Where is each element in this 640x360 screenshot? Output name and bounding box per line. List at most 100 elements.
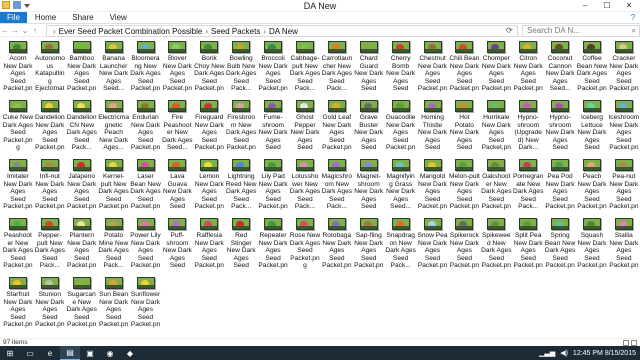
file-item[interactable]: Lightning Reed New Dark Ages Seed Pack..…	[225, 156, 257, 215]
start-icon[interactable]: ⊞	[0, 346, 20, 360]
file-item[interactable]: Spikerock New Dark Ages Seed Packet.png	[448, 215, 480, 274]
tab-home[interactable]: Home	[27, 12, 64, 23]
file-item[interactable]: Magnet-shroom New Dark Ages Seed Pack...	[353, 156, 385, 215]
close-button[interactable]: ✕	[618, 0, 640, 12]
file-item[interactable]: Power Lily New Dark Ages Seed Packet.png	[130, 215, 162, 274]
file-item[interactable]: Magnifying Grass New Dark Ages Seed...	[385, 156, 417, 215]
file-item[interactable]: Pea-nut New Dark Ages Seed Packet.png	[608, 156, 640, 215]
file-item[interactable]: Spring Bean New Dark Ages Seed Packet.pn…	[544, 215, 576, 274]
file-item[interactable]: Bonk Choy New Dark Ages Seed Packet.png	[193, 38, 225, 97]
file-item[interactable]: Hypno-shroom New Dark Ages Seed Pack...	[544, 97, 576, 156]
file-item[interactable]: Chestnut New Dark Ages Seed Packet.png	[417, 38, 449, 97]
file-item[interactable]: Pepper-pult New Dark Ages Seed Pack...	[34, 215, 66, 274]
file-item[interactable]: Acorn New Dark Ages Seed Packet.png	[2, 38, 34, 97]
file-item[interactable]: Red Stinger New Dark Ages Seed Pack...	[225, 215, 257, 274]
file-item[interactable]: Sunflower New Dark Ages Seed Packet.png	[130, 274, 162, 333]
file-item[interactable]: Hurrikale New Dark Ages Seed Packet.png	[480, 97, 512, 156]
file-item[interactable]: Stunion New Dark Ages Seed Packet.png	[34, 274, 66, 333]
file-item[interactable]: Carrotlauncher New Dark Ages Seed Pack..…	[321, 38, 353, 97]
file-item[interactable]: Banana Launcher New Dark Ages Seed...	[98, 38, 130, 97]
file-item[interactable]: Pomegranate New Dark Ages Seed Pack...	[512, 156, 544, 215]
file-item[interactable]: Peach New Dark Ages Seed Packet.png	[576, 156, 608, 215]
minimize-button[interactable]: –	[574, 0, 596, 12]
file-item[interactable]: Lava Guava New Dark Ages Seed Packet.png	[161, 156, 193, 215]
file-item[interactable]: Iceshroom New Dark Ages Seed Packet.png	[608, 97, 640, 156]
up-icon[interactable]: ↑	[30, 26, 40, 35]
file-item[interactable]: Oakshooter New Dark Ages Seed Packet.png	[480, 156, 512, 215]
file-item[interactable]: Gold Leaf New Dark Ages Seed Packet.png	[321, 97, 353, 156]
file-item[interactable]: Stallia New Dark Ages Seed Packet.png	[608, 215, 640, 274]
file-item[interactable]: Homing Thistle New Dark Ages Seed Pack..…	[417, 97, 449, 156]
search-input[interactable]: Search DA N... ⌕	[522, 25, 640, 37]
file-item[interactable]: Broccoli New Dark Ages Seed Packet.png	[257, 38, 289, 97]
file-item[interactable]: Lily Pad New Dark Ages Seed Packet.png	[257, 156, 289, 215]
file-item[interactable]: Coconut Cannon New Dark Ages Seed...	[544, 38, 576, 97]
file-item[interactable]: Grave Buster New Dark Ages Seed Pack...	[353, 97, 385, 156]
file-item[interactable]: Sap-fling New Dark Ages Seed Packet.png	[353, 215, 385, 274]
file-item[interactable]: Dandelion New Dark Ages Seed Packet.png	[34, 97, 66, 156]
file-item[interactable]: Hypno-shroom (Upgraded) New Dark...	[512, 97, 544, 156]
file-item[interactable]: Chili Bean New Dark Ages Seed Packet.png	[448, 38, 480, 97]
file-item[interactable]: Lotusshower New Dark Ages Seed Pack...	[289, 156, 321, 215]
file-item[interactable]: Chomper New Dark Ages Seed Packet.png	[480, 38, 512, 97]
maximize-button[interactable]: ☐	[596, 0, 618, 12]
file-item[interactable]: Firesbroom New Dark Ages Seed Packet.png	[225, 97, 257, 156]
tab-share[interactable]: Share	[64, 12, 101, 23]
file-item[interactable]: Cherry Bomb New Dark Ages Seed Packet.pn…	[385, 38, 417, 97]
file-item[interactable]: Laser Bean New Dark Ages Seed Packet.png	[130, 156, 162, 215]
refresh-icon[interactable]: ⟳	[506, 26, 513, 35]
file-item[interactable]: Coffee Bean New Dark Ages Seed Packet.pn…	[576, 38, 608, 97]
file-item[interactable]: Infi-nut New Dark Ages Seed Packet.png	[34, 156, 66, 215]
help-icon[interactable]: ?	[626, 12, 640, 23]
file-item[interactable]: Potato Mine New Dark Ages Seed Pack...	[98, 215, 130, 274]
app-icon[interactable]: ◆	[120, 346, 140, 360]
chrome-icon[interactable]: ◉	[100, 346, 120, 360]
file-item[interactable]: Kernel-pult New Dark Ages Seed Packet.pn…	[98, 156, 130, 215]
file-item[interactable]: Lemon New Dark Ages Seed Packet.png	[193, 156, 225, 215]
file-item[interactable]: Peashooter New Dark Ages Seed Packet.png	[2, 215, 34, 274]
tab-view[interactable]: View	[102, 12, 135, 23]
recent-locations-icon[interactable]: ⌄	[20, 26, 30, 35]
file-item[interactable]: Plantern New Dark Ages Seed Packet.png	[66, 215, 98, 274]
network-icon[interactable]: ▁▃▅	[539, 349, 555, 357]
file-item[interactable]: Puff-shroom New Dark Ages Seed Pack...	[161, 215, 193, 274]
file-item[interactable]: DandelionCN New Dark Ages Seed Pack...	[66, 97, 98, 156]
file-item[interactable]: Cracker New Dark Ages Seed Packet.png	[608, 38, 640, 97]
file-item[interactable]: Spikeweed New Dark Ages Seed Packet.png	[480, 215, 512, 274]
file-item[interactable]: Bamboo New Dark Ages Seed Packet.png	[66, 38, 98, 97]
file-item[interactable]: Fire Peashooter New Dark Ages Seed...	[161, 97, 193, 156]
file-item[interactable]: Jalapeno New Dark Ages Seed Packet.png	[66, 156, 98, 215]
file-item[interactable]: Snow Pea New Dark Ages Seed Packet.png	[417, 215, 449, 274]
file-item[interactable]: Cabbage-pult New Dark Ages Seed Pack...	[289, 38, 321, 97]
task-view-icon[interactable]: ▭	[20, 346, 40, 360]
tab-file[interactable]: File	[0, 12, 27, 23]
file-item[interactable]: Cuke New Dark Ages Seed Packet.png	[2, 97, 34, 156]
file-view[interactable]: Acorn New Dark Ages Seed Packet.pngAuton…	[2, 38, 640, 338]
file-item[interactable]: Pea Pod New Dark Ages Seed Packet.png	[544, 156, 576, 215]
file-item[interactable]: Split Pea New Dark Ages Seed Packet.png	[512, 215, 544, 274]
file-item[interactable]: Snapdragon New Dark Ages Seed Pack...	[385, 215, 417, 274]
file-item[interactable]: Magicshroom New Dark Ages Seed Pack...	[321, 156, 353, 215]
file-explorer-icon[interactable]: ▤	[60, 346, 80, 360]
file-item[interactable]: Endurian New Dark Ages Seed Packet.png	[130, 97, 162, 156]
file-item[interactable]: Sun Bean New Dark Ages Seed Packet.png	[98, 274, 130, 333]
file-item[interactable]: Hot Potato New Dark Ages Seed Packet.png	[448, 97, 480, 156]
edge-icon[interactable]: e	[40, 346, 60, 360]
forward-icon[interactable]: →	[10, 26, 20, 35]
file-item[interactable]: Repeater New Dark Ages Seed Packet.png	[257, 215, 289, 274]
breadcrumb-item[interactable]: Ever Seed Packet Combination Possible	[59, 27, 203, 36]
file-item[interactable]: Guacodile New Dark Ages Seed Packet.png	[385, 97, 417, 156]
clock[interactable]: 12:45 PM 8/15/2015	[573, 350, 636, 357]
file-item[interactable]: Rose New Dark Ages Seed Packet.png	[289, 215, 321, 274]
file-item[interactable]: Bloomerang New Dark Ages Seed Packet.png	[130, 38, 162, 97]
file-item[interactable]: Squash New Dark Ages Seed Packet.png	[576, 215, 608, 274]
file-item[interactable]: Bowling Bulb New Dark Ages Seed Pack...	[225, 38, 257, 97]
file-item[interactable]: Autonomous Katapulting Ejectomat...	[34, 38, 66, 97]
file-item[interactable]: Citron New Dark Ages Seed Packet.png	[512, 38, 544, 97]
file-item[interactable]: Starfruit New Dark Ages Seed Packet.png	[2, 274, 34, 333]
back-icon[interactable]: ←	[0, 26, 10, 35]
file-item[interactable]: Rotobaga New Dark Ages Seed Packet.png	[321, 215, 353, 274]
file-item[interactable]: Blover New Dark Ages Seed Packet.png	[161, 38, 193, 97]
file-item[interactable]: Ghost Pepper New Dark Ages Seed Pack...	[289, 97, 321, 156]
file-item[interactable]: Melon-pult New Dark Ages Seed Packet.png	[448, 156, 480, 215]
